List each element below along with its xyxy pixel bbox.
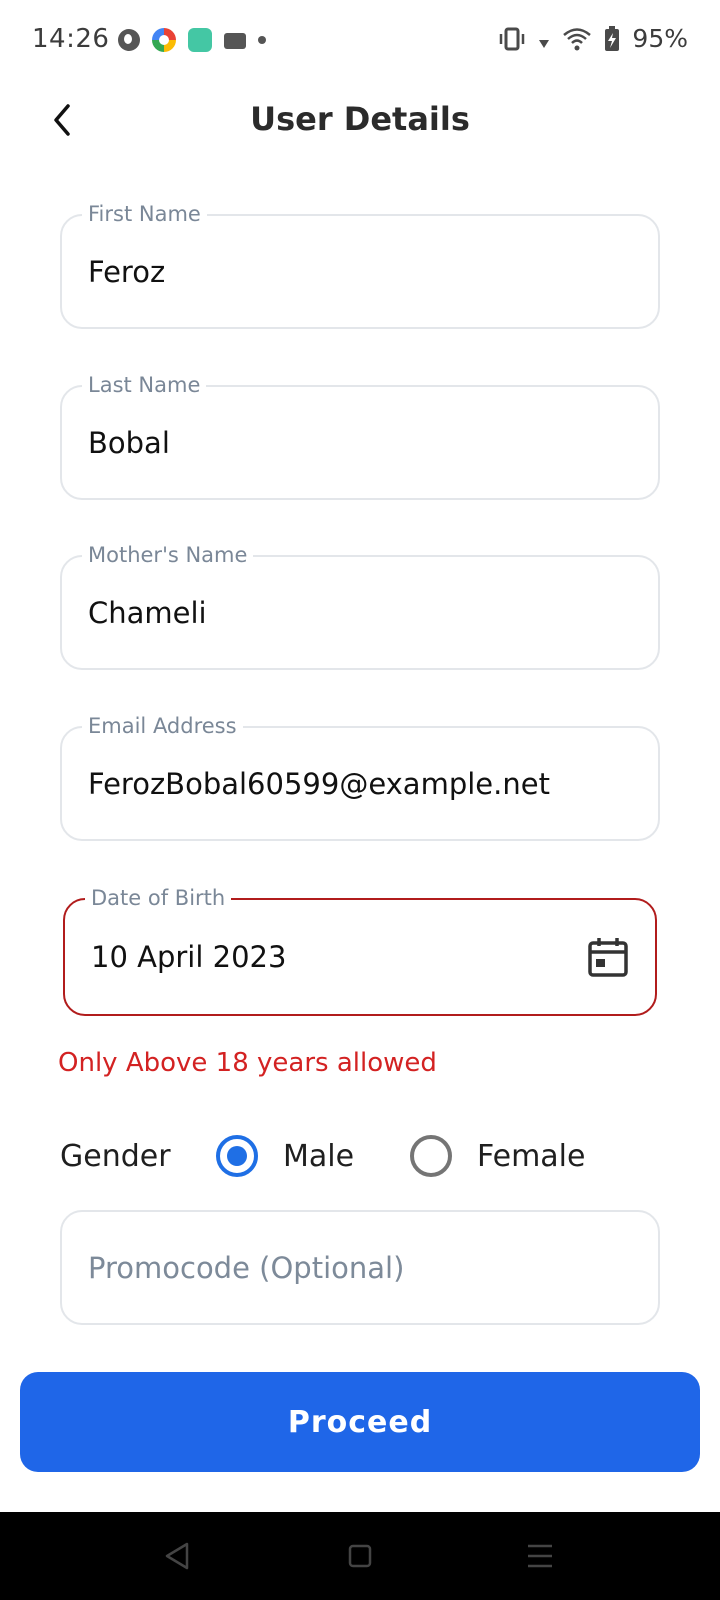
card-app-icon	[224, 33, 246, 49]
mother-name-label: Mother's Name	[82, 543, 254, 567]
mother-name-field[interactable]: Mother's Name Chameli	[60, 543, 660, 670]
back-nav-icon	[165, 1542, 189, 1570]
last-name-value[interactable]: Bobal	[88, 426, 170, 460]
email-label: Email Address	[82, 714, 243, 738]
nav-back-button[interactable]	[155, 1534, 199, 1578]
proceed-button[interactable]: Proceed	[20, 1372, 700, 1472]
first-name-value[interactable]: Feroz	[88, 255, 165, 289]
nav-recents-button[interactable]	[518, 1534, 562, 1578]
notification-app-icon	[118, 29, 140, 51]
last-name-label: Last Name	[82, 373, 207, 397]
dob-field[interactable]: Date of Birth 10 April 2023	[63, 886, 657, 1016]
signal-icon	[539, 39, 550, 48]
gender-male-label[interactable]: Male	[283, 1139, 354, 1174]
first-name-label: First Name	[82, 202, 207, 226]
last-name-field[interactable]: Last Name Bobal	[60, 373, 660, 500]
gender-female-radio[interactable]	[410, 1135, 452, 1177]
page-title: User Details	[250, 100, 470, 138]
email-field[interactable]: Email Address FerozBobal60599@example.ne…	[60, 714, 660, 841]
gender-male-radio[interactable]	[216, 1135, 258, 1177]
email-value[interactable]: FerozBobal60599@example.net	[88, 767, 550, 801]
gender-female-label[interactable]: Female	[477, 1139, 585, 1174]
recents-nav-icon	[528, 1544, 552, 1568]
nav-home-button[interactable]	[338, 1534, 382, 1578]
dob-error-text: Only Above 18 years allowed	[58, 1048, 437, 1078]
gender-group: Gender Male Female	[60, 1135, 660, 1185]
battery-charging-icon	[605, 25, 620, 51]
promocode-field[interactable]: Promocode (Optional)	[60, 1210, 660, 1325]
color-app-icon	[152, 28, 176, 52]
vibrate-icon	[500, 27, 525, 50]
home-nav-icon	[348, 1544, 372, 1568]
promocode-placeholder[interactable]: Promocode (Optional)	[88, 1251, 404, 1285]
status-bar: 14:26 95%	[0, 0, 720, 80]
teal-app-icon	[188, 28, 212, 52]
mother-name-value[interactable]: Chameli	[88, 596, 207, 630]
battery-percent: 95%	[632, 24, 688, 53]
system-nav-bar	[0, 1512, 720, 1600]
system-icons: 95%	[498, 24, 688, 53]
status-time: 14:26	[32, 24, 110, 54]
notification-icons	[118, 28, 266, 52]
calendar-icon[interactable]	[587, 936, 629, 978]
first-name-field[interactable]: First Name Feroz	[60, 202, 660, 329]
dob-label: Date of Birth	[85, 886, 232, 910]
more-dot-icon	[258, 36, 266, 44]
wifi-icon	[563, 27, 592, 50]
gender-label: Gender	[60, 1139, 171, 1174]
dob-value[interactable]: 10 April 2023	[91, 940, 286, 974]
